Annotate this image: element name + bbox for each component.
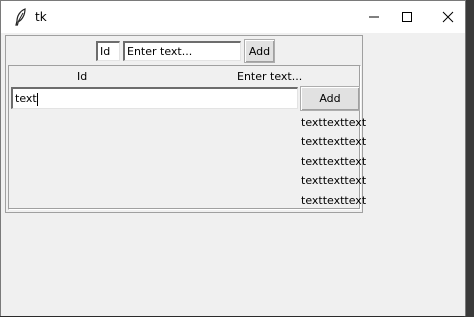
title-bar[interactable]: tk bbox=[1, 1, 465, 33]
top-add-button[interactable]: Add bbox=[244, 39, 275, 63]
table-frame: Id Enter text... text Add texttexttext t… bbox=[8, 65, 367, 210]
client-area: Id Enter text... Add Id Enter text... te… bbox=[1, 33, 465, 316]
text-caret bbox=[36, 92, 38, 106]
list-item: texttexttext bbox=[301, 135, 367, 149]
app-window: tk Id Enter text... Add Id Enter text...… bbox=[0, 0, 466, 316]
column-header-text: Enter text... bbox=[237, 70, 303, 83]
list-item: texttexttext bbox=[301, 193, 367, 207]
window-title: tk bbox=[35, 10, 47, 24]
row-text-input[interactable]: text bbox=[11, 87, 298, 109]
close-button[interactable] bbox=[425, 1, 471, 33]
list-item: texttexttext bbox=[301, 174, 367, 188]
top-input-bar: Id Enter text... Add bbox=[96, 38, 275, 64]
list-item: texttexttext bbox=[301, 154, 367, 168]
maximize-button[interactable] bbox=[384, 1, 430, 33]
text-list: texttexttext texttexttext texttexttext t… bbox=[301, 113, 367, 210]
row-text-value: text bbox=[15, 92, 37, 105]
column-header-id: Id bbox=[77, 70, 88, 83]
row-add-button[interactable]: Add bbox=[300, 86, 360, 111]
minimize-icon bbox=[369, 16, 379, 18]
id-input[interactable]: Id bbox=[96, 41, 120, 61]
main-frame: Id Enter text... Add Id Enter text... te… bbox=[5, 35, 367, 213]
maximize-icon bbox=[402, 12, 412, 22]
text-input[interactable]: Enter text... bbox=[123, 41, 241, 61]
feather-icon bbox=[9, 1, 33, 33]
list-item: texttexttext bbox=[301, 116, 367, 129]
close-icon bbox=[442, 11, 454, 23]
